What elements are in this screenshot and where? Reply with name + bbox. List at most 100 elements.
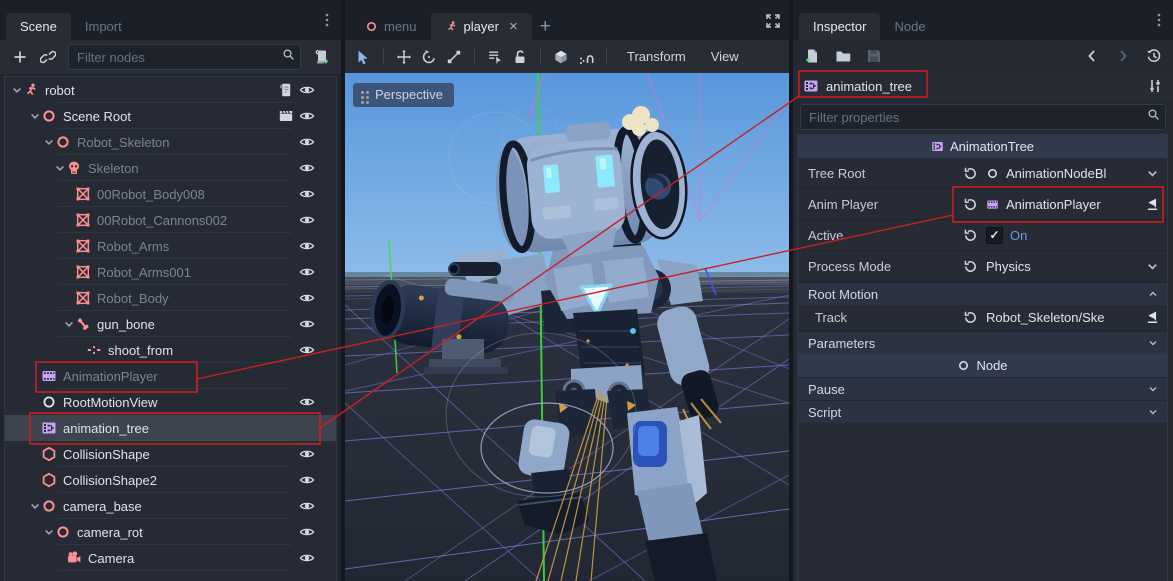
history-icon[interactable] — [1146, 48, 1162, 64]
tree-node-robot[interactable]: robot — [5, 77, 336, 103]
perspective-menu[interactable]: Perspective — [353, 83, 454, 107]
visibility-eye-icon[interactable] — [299, 186, 315, 202]
property-value[interactable]: AnimationPlayer — [986, 197, 1139, 212]
tree-node-camera_base[interactable]: camera_base — [5, 493, 336, 519]
add-node-button[interactable] — [12, 49, 28, 65]
viewport-3d[interactable]: Perspective — [345, 73, 789, 581]
tab-inspector[interactable]: Inspector — [799, 13, 880, 40]
tab-menu[interactable]: menu — [351, 13, 431, 40]
visibility-eye-icon[interactable] — [299, 108, 315, 124]
property-track[interactable]: TrackRobot_Skeleton/Ske — [798, 305, 1167, 331]
visibility-eye-icon[interactable] — [299, 134, 315, 150]
category-node[interactable]: Node — [798, 354, 1167, 377]
tree-node-robot_skeleton[interactable]: Robot_Skeleton — [5, 129, 336, 155]
fold-arrow-icon[interactable] — [29, 500, 41, 512]
save-resource-icon[interactable] — [866, 48, 882, 64]
property-anim-player[interactable]: Anim PlayerAnimationPlayer — [798, 189, 1167, 220]
unlock-icon[interactable] — [512, 49, 528, 65]
tree-node-robot_body[interactable]: Robot_Body — [5, 285, 336, 311]
visibility-eye-icon[interactable] — [299, 264, 315, 280]
object-tools-icon[interactable] — [1147, 78, 1163, 94]
tree-node-camera_rot[interactable]: camera_rot — [5, 519, 336, 545]
property-value[interactable]: Physics — [986, 259, 1139, 274]
revert-icon[interactable] — [963, 259, 978, 274]
transform-menu[interactable]: Transform — [619, 49, 694, 64]
tree-node-scene root[interactable]: Scene Root — [5, 103, 336, 129]
revert-icon[interactable] — [963, 228, 978, 243]
fold-arrow-icon[interactable] — [43, 136, 55, 148]
fold-arrow-icon[interactable] — [63, 318, 75, 330]
tree-node-robot_arms[interactable]: Robot_Arms — [5, 233, 336, 259]
dropdown-chevron-icon[interactable] — [1145, 166, 1160, 181]
visibility-eye-icon[interactable] — [299, 316, 315, 332]
fold-arrow-icon[interactable] — [29, 110, 41, 122]
visibility-eye-icon[interactable] — [299, 472, 315, 488]
tab-import[interactable]: Import — [71, 13, 136, 40]
chevron-down-icon[interactable] — [1147, 383, 1159, 395]
visibility-eye-icon[interactable] — [299, 342, 315, 358]
visibility-eye-icon[interactable] — [299, 524, 315, 540]
chevron-up-icon[interactable] — [1147, 288, 1159, 300]
new-resource-icon[interactable] — [804, 48, 820, 64]
fold-arrow-icon[interactable] — [43, 526, 55, 538]
property-active[interactable]: Active✓On — [798, 220, 1167, 251]
inspector-menu-icon[interactable] — [1151, 12, 1167, 28]
dropdown-chevron-icon[interactable] — [1145, 259, 1160, 274]
visibility-eye-icon[interactable] — [299, 446, 315, 462]
tree-node-shoot_from[interactable]: shoot_from — [5, 337, 336, 363]
local-space-icon[interactable] — [553, 49, 569, 65]
section-parameters[interactable]: Parameters — [798, 331, 1167, 354]
script-icon[interactable] — [278, 82, 294, 98]
visibility-eye-icon[interactable] — [299, 238, 315, 254]
category-animationtree[interactable]: AnimationTree — [798, 135, 1167, 158]
visibility-eye-icon[interactable] — [299, 550, 315, 566]
visibility-eye-icon[interactable] — [299, 82, 315, 98]
filter-nodes-input[interactable] — [68, 44, 301, 70]
load-resource-icon[interactable] — [835, 48, 851, 64]
revert-icon[interactable] — [963, 310, 978, 325]
visibility-eye-icon[interactable] — [299, 498, 315, 514]
assign-edit-icon[interactable] — [1145, 197, 1160, 212]
tab-node[interactable]: Node — [880, 13, 939, 40]
tree-node-collisionshape[interactable]: CollisionShape — [5, 441, 336, 467]
property-value[interactable]: AnimationNodeBl — [986, 166, 1139, 181]
tree-node-skeleton[interactable]: Skeleton — [5, 155, 336, 181]
instance-scene-button[interactable] — [40, 49, 56, 65]
tab-player[interactable]: player× — [431, 13, 532, 40]
fold-arrow-icon[interactable] — [11, 84, 23, 96]
revert-icon[interactable] — [963, 166, 978, 181]
history-forward-icon[interactable] — [1115, 48, 1131, 64]
filter-properties-input[interactable] — [800, 104, 1166, 130]
tree-node-00robot_cannons002[interactable]: 00Robot_Cannons002 — [5, 207, 336, 233]
new-scene-tab-button[interactable]: + — [532, 13, 559, 40]
attach-script-button[interactable] — [313, 49, 329, 65]
tree-node-camera[interactable]: Camera — [5, 545, 336, 571]
tree-node-animationplayer[interactable]: AnimationPlayer — [5, 363, 336, 389]
fold-arrow-icon[interactable] — [54, 162, 66, 174]
visibility-eye-icon[interactable] — [299, 212, 315, 228]
list-select-icon[interactable] — [487, 49, 503, 65]
chevron-down-icon[interactable] — [1147, 406, 1159, 418]
view-menu[interactable]: View — [703, 49, 747, 64]
clapper-icon[interactable] — [278, 108, 294, 124]
tab-scene[interactable]: Scene — [6, 13, 71, 40]
section-script[interactable]: Script — [798, 400, 1167, 423]
property-value[interactable]: ✓On — [986, 227, 1139, 244]
tree-node-robot_arms001[interactable]: Robot_Arms001 — [5, 259, 336, 285]
tree-node-animation_tree[interactable]: animation_tree — [5, 415, 336, 441]
property-tree-root[interactable]: Tree RootAnimationNodeBl — [798, 158, 1167, 189]
assign-edit-icon[interactable] — [1145, 310, 1160, 325]
rotate-tool-icon[interactable] — [421, 49, 437, 65]
select-tool-icon[interactable] — [355, 49, 371, 65]
tree-node-gun_bone[interactable]: gun_bone — [5, 311, 336, 337]
property-process-mode[interactable]: Process ModePhysics — [798, 251, 1167, 282]
tree-node-rootmotionview[interactable]: RootMotionView — [5, 389, 336, 415]
visibility-eye-icon[interactable] — [299, 160, 315, 176]
scene-dock-menu-icon[interactable] — [319, 12, 335, 28]
tree-node-collisionshape2[interactable]: CollisionShape2 — [5, 467, 336, 493]
visibility-eye-icon[interactable] — [299, 394, 315, 410]
snap-icon[interactable] — [578, 49, 594, 65]
scale-tool-icon[interactable] — [446, 49, 462, 65]
property-value[interactable]: Robot_Skeleton/Ske — [986, 310, 1139, 325]
move-tool-icon[interactable] — [396, 49, 412, 65]
